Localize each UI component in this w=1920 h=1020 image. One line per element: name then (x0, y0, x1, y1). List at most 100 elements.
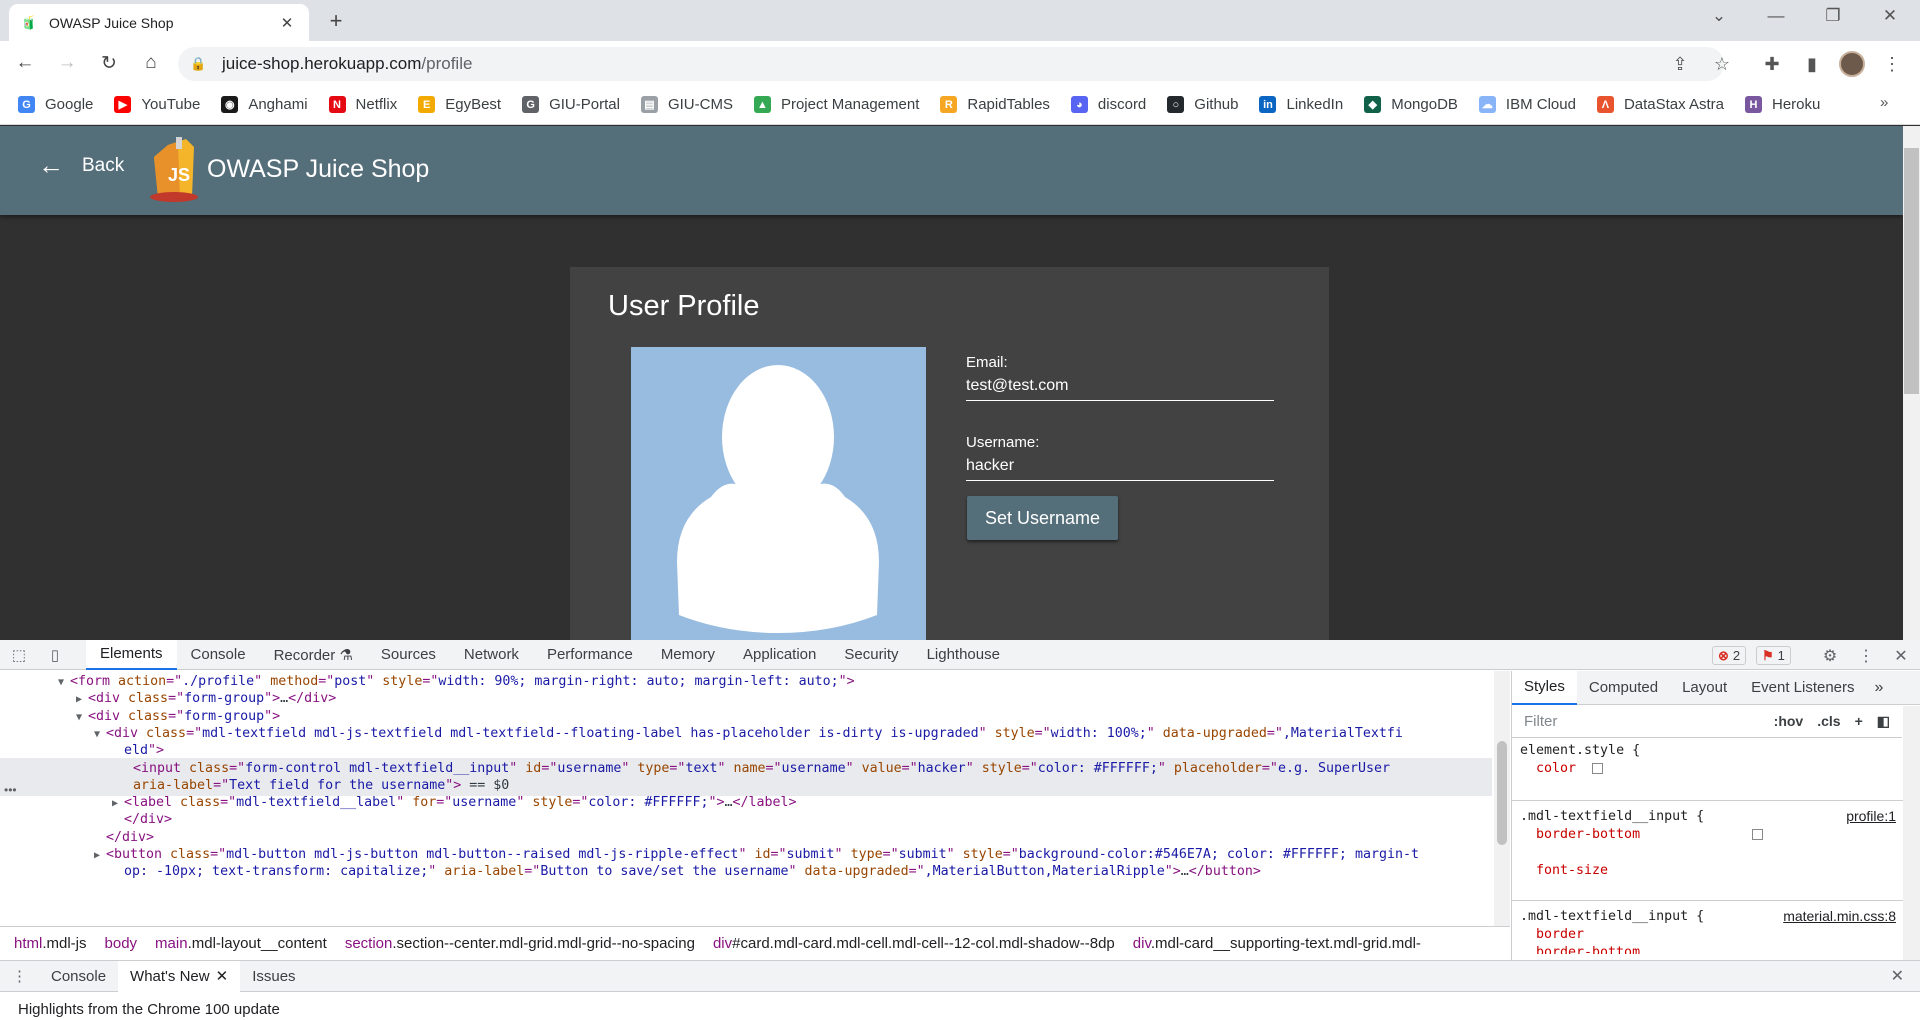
bookmark-item[interactable]: ◕ discord (1070, 96, 1146, 113)
share-icon[interactable]: ⇪ (1666, 50, 1694, 78)
styles-tab[interactable]: Event Listeners (1739, 671, 1866, 705)
rule-value[interactable]: 1px solid (1672, 827, 1744, 842)
breadcrumb-item[interactable]: html.mdl-js (14, 935, 87, 952)
bookmark-item[interactable]: N Netflix (328, 96, 397, 113)
bookmark-item[interactable]: ▶ YouTube (114, 96, 200, 113)
tab-close-icon[interactable]: ✕ (277, 14, 297, 32)
bookmark-star-icon[interactable]: ☆ (1708, 50, 1736, 78)
rule-source-link[interactable]: profile:1 (1846, 808, 1896, 824)
bookmark-item[interactable]: R RapidTables (940, 96, 1050, 113)
elements-tree[interactable]: ▼ <form action="./profile" method="post" … (0, 671, 1510, 926)
color-swatch[interactable] (1752, 828, 1764, 840)
rule-value[interactable]: 13px !important; (1624, 863, 1752, 878)
bookmark-item[interactable]: H Heroku (1745, 96, 1820, 113)
issue-count-badge[interactable]: ⚑ 1 (1756, 646, 1791, 665)
rule-property[interactable]: border-bottom (1536, 945, 1640, 954)
rule-property[interactable]: font-size (1536, 863, 1608, 878)
devtools-tab[interactable]: Performance (533, 640, 647, 670)
devtools-tab[interactable]: Recorder ⚗ (260, 640, 367, 670)
bookmark-item[interactable]: ○ Github (1167, 96, 1238, 113)
browser-tab[interactable]: 🧃 OWASP Juice Shop ✕ (9, 4, 309, 41)
drawer-menu-icon[interactable]: ⋮ (0, 961, 39, 992)
rule-property[interactable]: border-bottom (1536, 827, 1640, 842)
devtools-tab[interactable]: Security (830, 640, 912, 670)
bookmark-item[interactable]: E EgyBest (418, 96, 501, 113)
devtools-tab[interactable]: Console (177, 640, 260, 670)
bookmark-item[interactable]: ◉ Anghami (221, 96, 308, 113)
new-tab-button[interactable]: + (322, 8, 350, 34)
minimize-icon[interactable]: — (1756, 6, 1796, 26)
rule-source-link[interactable]: material.min.css:8 (1783, 908, 1896, 924)
more-tabs-icon[interactable]: » (1875, 679, 1884, 697)
drawer-close-icon[interactable]: ✕ (1891, 966, 1904, 986)
rule-property[interactable]: color (1536, 761, 1576, 776)
devtools-tab[interactable]: Sources (367, 640, 450, 670)
devtools-more-icon[interactable]: ⋮ (1855, 645, 1877, 667)
error-count-badge[interactable]: ⊗ 2 (1712, 646, 1747, 665)
username-input[interactable]: hacker (966, 457, 1014, 475)
bookmark-item[interactable]: G GIU-Portal (522, 96, 620, 113)
close-tab-icon[interactable]: ✕ (216, 967, 229, 985)
breadcrumb-more-icon[interactable]: … (1485, 935, 1500, 952)
bookmark-item[interactable]: ▤ GIU-CMS (640, 96, 733, 113)
bookmark-item[interactable]: ◆ MongoDB (1364, 96, 1458, 113)
rule-value[interactable]: none; (1616, 927, 1656, 942)
set-username-button[interactable]: Set Username (967, 496, 1118, 540)
drawer-tab[interactable]: What's New ✕ (118, 960, 241, 992)
forward-arrow-icon[interactable]: → (50, 46, 84, 80)
bookmark-item[interactable]: ▲ Project Management (753, 96, 919, 113)
elements-scrollbar-thumb[interactable] (1497, 741, 1507, 845)
devtools-tab[interactable]: Elements (86, 639, 177, 670)
rule-value[interactable]: 1px solid (1672, 945, 1744, 954)
breadcrumb-item[interactable]: section.section--center.mdl-grid.mdl-gri… (345, 935, 695, 952)
toggle-sidebar-icon[interactable]: ◧ (1877, 713, 1890, 730)
rule-value[interactable]: #FFFFFF; (1606, 761, 1670, 776)
settings-gear-icon[interactable]: ⚙ (1819, 645, 1841, 667)
reload-icon[interactable]: ↻ (92, 46, 126, 80)
address-bar[interactable]: 🔒 juice-shop.herokuapp.com/profile (178, 47, 1724, 81)
extensions-icon[interactable]: ✚ (1758, 50, 1786, 78)
breadcrumb-item[interactable]: div#card.mdl-card.mdl-cell.mdl-cell--12-… (713, 935, 1115, 952)
row-ellipsis-icon[interactable]: ••• (4, 783, 17, 797)
bookmark-item[interactable]: Λ DataStax Astra (1596, 96, 1724, 113)
bookmark-item[interactable]: in LinkedIn (1259, 96, 1343, 113)
menu-kebab-icon[interactable]: ⋮ (1878, 50, 1906, 78)
email-field[interactable]: test@test.com (966, 377, 1069, 395)
devtools-tab[interactable]: Lighthouse (913, 640, 1014, 670)
devtools-tab[interactable]: Network (450, 640, 533, 670)
styles-tab[interactable]: Computed (1577, 671, 1670, 705)
styles-tab[interactable]: Layout (1670, 671, 1739, 705)
breadcrumb-item[interactable]: body (105, 935, 138, 952)
cls-toggle[interactable]: .cls (1817, 713, 1840, 730)
new-rule-icon[interactable]: + (1855, 713, 1863, 730)
devtools-tab[interactable]: Memory (647, 640, 729, 670)
device-toolbar-icon[interactable]: ▯ (38, 640, 72, 670)
styles-tab[interactable]: Styles (1512, 670, 1577, 705)
bookmarks-overflow-icon[interactable]: » (1880, 94, 1888, 111)
hov-toggle[interactable]: :hov (1774, 713, 1804, 730)
styles-scrollbar[interactable] (1903, 706, 1920, 960)
restore-icon[interactable]: ❐ (1813, 6, 1853, 26)
tab-search-icon[interactable]: ⌄ (1699, 6, 1739, 26)
breadcrumb-item[interactable]: div.mdl-card__supporting-text.mdl-grid.m… (1133, 935, 1421, 952)
drawer-tab[interactable]: Issues (240, 961, 307, 992)
devtools-tab[interactable]: Application (729, 640, 830, 670)
page-scrollbar-thumb[interactable] (1904, 148, 1919, 394)
bookmark-item[interactable]: ☁ IBM Cloud (1478, 96, 1576, 113)
side-panel-icon[interactable]: ▮ (1798, 50, 1826, 78)
inspect-element-icon[interactable]: ⬚ (0, 640, 38, 670)
bookmark-item[interactable]: G Google (18, 96, 93, 113)
dom-node-line[interactable]: op: -10px; text-transform: capitalize;" … (0, 861, 1492, 882)
rule-value[interactable]: #FFFFFF (1766, 827, 1822, 842)
drawer-tab[interactable]: Console (39, 961, 118, 992)
back-arrow-icon[interactable]: ← (8, 46, 42, 80)
rule-property[interactable]: border (1536, 927, 1584, 942)
color-swatch[interactable] (1592, 762, 1604, 774)
profile-avatar[interactable] (1839, 51, 1865, 77)
breadcrumb-item[interactable]: main.mdl-layout__content (155, 935, 327, 952)
styles-filter-input[interactable]: Filter :hov .cls + ◧ (1512, 706, 1902, 738)
back-button[interactable]: ← Back (38, 150, 124, 181)
home-icon[interactable]: ⌂ (134, 46, 168, 80)
devtools-close-icon[interactable]: ✕ (1890, 645, 1912, 667)
close-window-icon[interactable]: ✕ (1870, 6, 1910, 26)
